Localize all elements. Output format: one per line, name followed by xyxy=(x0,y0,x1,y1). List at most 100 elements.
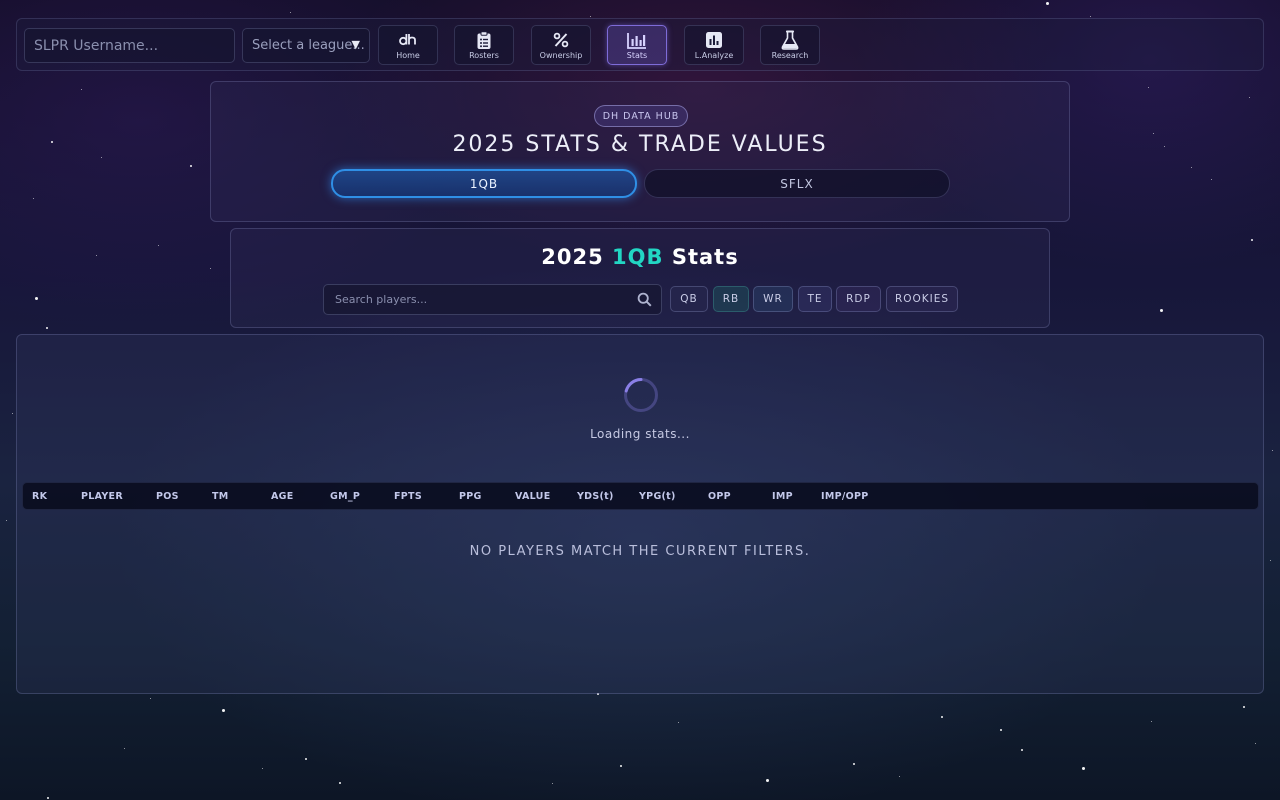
filter-rdp-button[interactable]: RDP xyxy=(836,286,881,312)
nav-home-label: Home xyxy=(396,51,420,60)
mode-1qb-button[interactable]: 1QB xyxy=(331,169,637,198)
column-header-imp-opp[interactable]: IMP/OPP xyxy=(821,491,869,502)
chevron-down-icon: ▼ xyxy=(351,38,360,51)
column-header-value[interactable]: VALUE xyxy=(515,491,550,502)
column-header-gm-p[interactable]: GM_P xyxy=(330,491,360,502)
top-navigation-bar: Select a league... ▼ Home Rosters xyxy=(16,18,1264,71)
star xyxy=(941,716,943,718)
star xyxy=(210,268,211,269)
star xyxy=(1046,2,1049,5)
nav-home-button[interactable]: Home xyxy=(378,25,438,65)
clipboard-icon xyxy=(476,30,492,50)
loading-text: Loading stats... xyxy=(590,427,690,441)
filter-te-button[interactable]: TE xyxy=(798,286,832,312)
column-header-fpts[interactable]: FPTS xyxy=(394,491,422,502)
star xyxy=(678,722,679,723)
star xyxy=(101,157,102,158)
column-header-ppg[interactable]: PPG xyxy=(459,491,482,502)
star xyxy=(1021,749,1023,751)
stats-heading-mode: 1QB xyxy=(612,245,664,269)
filter-qb-button[interactable]: QB xyxy=(670,286,708,312)
star xyxy=(158,245,159,246)
nav-research-label: Research xyxy=(771,51,809,60)
column-header-pos[interactable]: POS xyxy=(156,491,179,502)
star xyxy=(150,698,151,699)
star xyxy=(899,776,900,777)
star xyxy=(1164,146,1165,147)
player-search-input[interactable] xyxy=(324,285,624,314)
star xyxy=(1148,87,1149,88)
hero-panel: DH DATA HUB 2025 STATS & TRADE VALUES 1Q… xyxy=(210,81,1070,222)
star xyxy=(1191,167,1192,168)
column-header-tm[interactable]: TM xyxy=(212,491,229,502)
star xyxy=(81,89,82,90)
column-header-imp[interactable]: IMP xyxy=(772,491,793,502)
filter-rookies-button[interactable]: ROOKIES xyxy=(886,286,958,312)
star xyxy=(262,768,263,769)
filter-rb-button[interactable]: RB xyxy=(713,286,749,312)
star xyxy=(51,141,53,143)
mode-sflx-button[interactable]: SFLX xyxy=(644,169,950,198)
star xyxy=(1211,179,1212,180)
star xyxy=(552,783,553,784)
star xyxy=(1000,729,1002,731)
star xyxy=(305,758,307,760)
stats-table-panel: Loading stats... RK PLAYER POS TM AGE GM… xyxy=(16,334,1264,694)
star xyxy=(853,763,855,765)
stats-heading-year: 2025 xyxy=(541,245,604,269)
loading-spinner-icon xyxy=(624,378,658,412)
star xyxy=(124,748,125,749)
league-select[interactable]: Select a league... ▼ xyxy=(242,28,370,63)
nav-stats-button[interactable]: Stats xyxy=(607,25,667,65)
percent-icon xyxy=(553,30,569,50)
column-header-ypg[interactable]: YPG(t) xyxy=(639,491,676,502)
star xyxy=(1153,133,1154,134)
column-header-opp[interactable]: OPP xyxy=(708,491,731,502)
column-header-age[interactable]: AGE xyxy=(271,491,294,502)
star xyxy=(46,327,48,329)
column-header-player[interactable]: PLAYER xyxy=(81,491,123,502)
analyze-chart-icon xyxy=(705,30,723,50)
league-select-label: Select a league... xyxy=(252,38,365,53)
column-header-yds[interactable]: YDS(t) xyxy=(577,491,614,502)
star xyxy=(12,413,13,414)
star xyxy=(766,779,769,782)
star xyxy=(190,165,192,167)
star xyxy=(96,255,97,256)
star xyxy=(590,16,591,17)
star xyxy=(47,797,49,799)
dh-logo-icon xyxy=(398,30,418,50)
nav-ownership-label: Ownership xyxy=(539,51,583,60)
star xyxy=(1151,721,1152,722)
column-header-rk[interactable]: RK xyxy=(32,491,47,502)
search-icon[interactable] xyxy=(637,292,652,311)
star xyxy=(290,12,291,13)
nav-analyze-label: L.Analyze xyxy=(694,51,734,60)
username-input[interactable] xyxy=(24,28,235,63)
filter-panel: 2025 1QB Stats QB RB WR TE RDP ROOKIES xyxy=(230,228,1050,328)
nav-stats-label: Stats xyxy=(626,51,648,60)
nav-research-button[interactable]: Research xyxy=(760,25,820,65)
star xyxy=(620,765,622,767)
star xyxy=(222,709,225,712)
star xyxy=(1272,450,1273,451)
star xyxy=(1251,239,1253,241)
nav-rosters-button[interactable]: Rosters xyxy=(454,25,514,65)
star xyxy=(1255,743,1256,744)
star xyxy=(1249,97,1250,98)
table-header: RK PLAYER POS TM AGE GM_P FPTS PPG VALUE… xyxy=(22,482,1259,510)
star xyxy=(6,520,7,521)
star xyxy=(1270,560,1271,561)
page-title: 2025 STATS & TRADE VALUES xyxy=(452,132,828,157)
star xyxy=(339,782,341,784)
filter-wr-button[interactable]: WR xyxy=(753,286,793,312)
empty-state-message: NO PLAYERS MATCH THE CURRENT FILTERS. xyxy=(469,544,811,559)
star xyxy=(1243,706,1245,708)
nav-ownership-button[interactable]: Ownership xyxy=(531,25,591,65)
stats-heading: 2025 1QB Stats xyxy=(231,245,1049,269)
nav-analyze-button[interactable]: L.Analyze xyxy=(684,25,744,65)
player-search xyxy=(323,284,662,315)
flask-icon xyxy=(781,30,799,50)
data-hub-badge: DH DATA HUB xyxy=(594,105,688,127)
star xyxy=(1090,16,1091,17)
